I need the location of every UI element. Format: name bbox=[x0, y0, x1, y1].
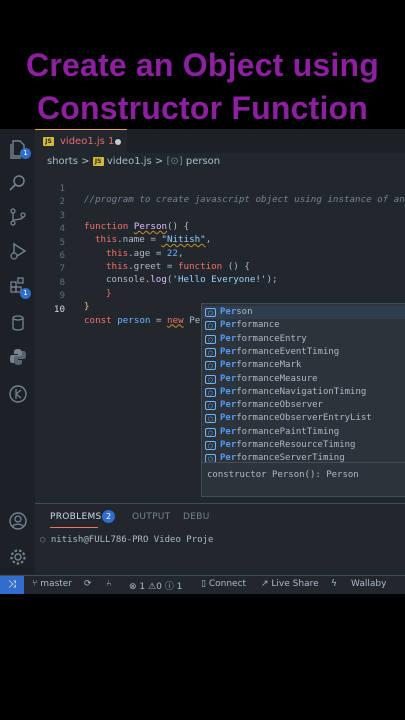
code-line: 1 //program to create javascript object … bbox=[59, 183, 405, 205]
extensions-badge: 1 bbox=[20, 288, 31, 299]
tab-video1-js[interactable]: JS video1.js 1 bbox=[35, 129, 127, 154]
class-symbol-icon: ⬡ bbox=[205, 321, 216, 331]
problems-indicator[interactable]: ⊗ 1 ⚠0 ⓘ 1 bbox=[129, 579, 182, 592]
breadcrumb-folder[interactable]: shorts bbox=[47, 156, 78, 167]
warning-icon: ⚠ bbox=[148, 582, 157, 592]
breadcrumb-separator: > bbox=[154, 156, 164, 167]
code-line: 8 } bbox=[59, 276, 112, 299]
connect-button[interactable]: ▯ Connect bbox=[201, 579, 246, 589]
branch-icon: ⑂ bbox=[32, 579, 38, 589]
class-symbol-icon: ⬡ bbox=[205, 347, 216, 357]
suggestion-item[interactable]: ⬡ PerformanceResourceTiming bbox=[202, 439, 405, 452]
terminal-prompt-icon: ○ bbox=[40, 535, 46, 545]
status-bar: ⤨ ⑂ master ⟳ ⑃ ⊗ 1 ⚠0 ⓘ 1 ▯ Connect ↗ Li… bbox=[0, 575, 405, 594]
suggestion-label: PerformanceMark bbox=[220, 360, 302, 371]
code-line: 9 } bbox=[59, 290, 90, 313]
js-file-icon: JS bbox=[43, 137, 54, 146]
suggestion-item[interactable]: ⬡ PerformanceEventTiming bbox=[202, 346, 405, 359]
bottom-panel: PROBLEMS 2 OUTPUT DEBU ○ nitish@FULL786-… bbox=[35, 503, 405, 576]
suggestion-item[interactable]: ⬡ PerformanceObserver bbox=[202, 399, 405, 412]
banner-title: Create an Object using Constructor Funct… bbox=[0, 44, 405, 130]
gitlens-icon[interactable] bbox=[8, 384, 28, 404]
class-symbol-icon: ⬡ bbox=[205, 374, 216, 384]
unsaved-dot-icon[interactable] bbox=[115, 139, 121, 145]
database-icon: ▯ bbox=[201, 579, 206, 589]
suggestion-label: PerformancePaintTiming bbox=[220, 426, 340, 437]
wallaby-icon[interactable]: ϟ bbox=[331, 579, 337, 589]
branch-indicator[interactable]: ⑂ master bbox=[32, 579, 72, 589]
breadcrumb-separator: > bbox=[81, 156, 90, 167]
class-symbol-icon: ⬡ bbox=[205, 401, 216, 411]
banner-line-1: Create an Object using bbox=[26, 47, 379, 83]
database-icon[interactable] bbox=[8, 313, 28, 333]
suggestion-item[interactable]: ⬡ PerformanceMark bbox=[202, 359, 405, 372]
editor-tab-bar: JS video1.js 1 bbox=[35, 129, 405, 154]
class-symbol-icon: ⬡ bbox=[205, 387, 216, 397]
problems-count-badge: 2 bbox=[102, 510, 115, 523]
breadcrumb-file[interactable]: video1.js bbox=[107, 156, 152, 167]
tab-output[interactable]: OUTPUT bbox=[132, 512, 170, 522]
js-file-icon: JS bbox=[92, 157, 104, 166]
class-symbol-icon: ⬡ bbox=[205, 427, 216, 437]
class-symbol-icon: ⬡ bbox=[205, 308, 216, 317]
live-share-icon: ↗ bbox=[261, 579, 269, 589]
suggestion-item[interactable]: ⬡ PerformanceMeasure bbox=[202, 373, 405, 386]
active-tab-underline bbox=[50, 527, 98, 528]
suggestion-label: PerformanceObserver bbox=[220, 400, 323, 411]
detail-separator bbox=[202, 462, 405, 463]
error-icon: ⊗ bbox=[129, 582, 137, 592]
search-icon[interactable] bbox=[8, 173, 28, 193]
breadcrumb: shorts > JS video1.js > [⊙] person bbox=[47, 156, 220, 170]
suggestion-item[interactable]: ⬡ PerformancePaintTiming bbox=[202, 426, 405, 439]
suggestion-label: PerformanceEventTiming bbox=[220, 346, 340, 357]
suggestion-label: Person bbox=[220, 307, 253, 317]
suggestion-label: PerformanceEntry bbox=[220, 333, 307, 344]
code-line: 2 bbox=[59, 196, 65, 208]
sync-icon[interactable]: ⟳ bbox=[84, 579, 92, 589]
suggestion-item[interactable]: ⬡ PerformanceServerTiming bbox=[202, 452, 405, 465]
run-debug-icon[interactable] bbox=[8, 241, 28, 261]
autocomplete-dropdown: ⬡ Person ⬡ Performance ⬡ PerformanceEntry ⬡ Per… bbox=[201, 303, 405, 497]
terminal-output[interactable]: ○ nitish@FULL786-PRO Video Proje bbox=[40, 535, 213, 545]
code-line: 4 this.name = "Nitish", bbox=[59, 223, 212, 246]
class-symbol-icon: ⬡ bbox=[205, 361, 216, 371]
info-icon: ⓘ bbox=[164, 582, 174, 592]
tab-problems[interactable]: PROBLEMS bbox=[50, 512, 102, 522]
remote-icon[interactable]: ⤨ bbox=[0, 576, 24, 594]
suggestion-label: PerformanceNavigationTiming bbox=[220, 386, 367, 397]
class-symbol-icon: ⬡ bbox=[205, 414, 216, 424]
suggestion-label: PerformanceMeasure bbox=[220, 373, 318, 384]
account-icon[interactable] bbox=[8, 511, 28, 531]
python-icon[interactable] bbox=[8, 347, 28, 367]
gear-icon[interactable] bbox=[8, 547, 28, 567]
suggestion-item[interactable]: ⬡ PerformanceObserverEntryList bbox=[202, 412, 405, 425]
class-symbol-icon: ⬡ bbox=[205, 441, 216, 450]
wallaby-button[interactable]: Wallaby bbox=[351, 579, 386, 589]
tab-filename: video1.js 1 bbox=[60, 136, 115, 147]
suggestion-item[interactable]: ⬡ Performance bbox=[202, 319, 405, 332]
suggestion-label: PerformanceObserverEntryList bbox=[220, 413, 372, 424]
code-line: 7 console.log('Hello Everyone!'); bbox=[59, 263, 278, 286]
tab-debug[interactable]: DEBU bbox=[183, 512, 210, 522]
suggestion-item[interactable]: ⬡ PerformanceEntry bbox=[202, 333, 405, 346]
git-graph-icon[interactable]: ⑃ bbox=[106, 579, 111, 589]
symbol-icon: [⊙] bbox=[166, 156, 183, 167]
code-line: 3 function Person() { bbox=[59, 209, 190, 232]
source-control-icon[interactable] bbox=[8, 207, 28, 227]
explorer-badge: 1 bbox=[20, 148, 31, 159]
code-line: 5 this.age = 22, bbox=[59, 236, 184, 259]
suggestion-detail: constructor Person(): Person bbox=[207, 470, 359, 480]
suggestion-label: PerformanceResourceTiming bbox=[220, 440, 356, 450]
code-line: 6 this.greet = function () { bbox=[59, 250, 250, 272]
breadcrumb-symbol[interactable]: person bbox=[186, 156, 220, 167]
activity-bar: 1 1 bbox=[0, 129, 35, 575]
suggestion-label: Performance bbox=[220, 320, 280, 331]
banner-line-2: Constructor Function bbox=[36, 90, 369, 126]
suggestion-item[interactable]: ⬡ PerformanceNavigationTiming bbox=[202, 386, 405, 399]
class-symbol-icon: ⬡ bbox=[205, 334, 216, 344]
suggestion-item[interactable]: ⬡ Person bbox=[202, 306, 405, 319]
live-share-button[interactable]: ↗ Live Share bbox=[261, 579, 319, 589]
